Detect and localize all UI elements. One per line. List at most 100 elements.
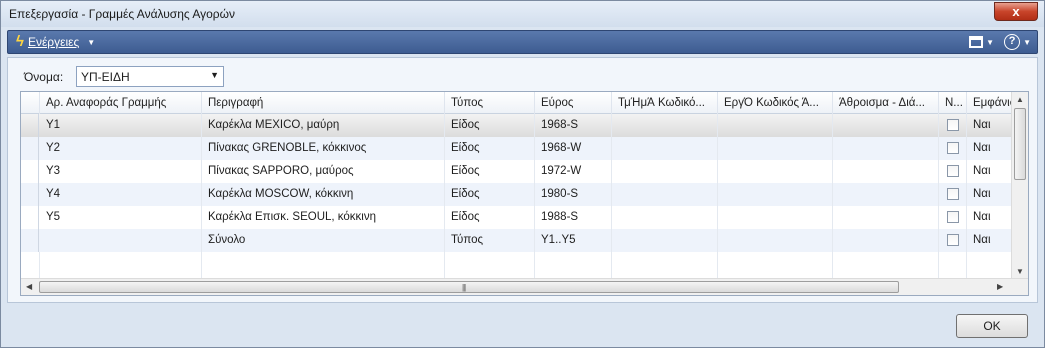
- cell-range[interactable]: Y1..Y5: [535, 229, 612, 252]
- table-row[interactable]: Y1 Καρέκλα MEXICO, μαύρη Είδος 1968-S Ναι: [21, 114, 1012, 137]
- scroll-left-icon[interactable]: ◀: [26, 282, 32, 291]
- cell-range[interactable]: 1988-S: [535, 206, 612, 229]
- cell-proj[interactable]: [718, 114, 833, 137]
- row-selector[interactable]: [21, 160, 39, 183]
- cell-n[interactable]: [939, 206, 967, 229]
- vertical-scroll-thumb[interactable]: [1014, 108, 1026, 180]
- cell-desc[interactable]: Καρέκλα MOSCOW, κόκκινη: [202, 183, 445, 206]
- cell-proj[interactable]: [718, 206, 833, 229]
- checkbox[interactable]: [947, 234, 959, 246]
- row-selector[interactable]: [21, 229, 39, 252]
- cell-show[interactable]: Ναι: [967, 114, 1012, 137]
- scroll-down-icon[interactable]: ▼: [1016, 267, 1024, 276]
- window-layout-button[interactable]: ▼: [969, 36, 994, 48]
- ok-button[interactable]: OK: [956, 314, 1028, 338]
- cell-dept[interactable]: [612, 183, 718, 206]
- col-header-show[interactable]: Εμφάνιση: [967, 92, 1012, 114]
- cell-show[interactable]: Ναι: [967, 160, 1012, 183]
- cell-proj[interactable]: [718, 183, 833, 206]
- col-header-range[interactable]: Εύρος: [535, 92, 612, 114]
- cell-proj[interactable]: [718, 229, 833, 252]
- checkbox[interactable]: [947, 188, 959, 200]
- scroll-up-icon[interactable]: ▲: [1016, 95, 1024, 104]
- cell-n[interactable]: [939, 229, 967, 252]
- cell-type[interactable]: Είδος: [445, 114, 535, 137]
- cell-show[interactable]: Ναι: [967, 183, 1012, 206]
- cell-sum[interactable]: [833, 229, 939, 252]
- col-header-n[interactable]: Ν...: [939, 92, 967, 114]
- checkbox[interactable]: [947, 165, 959, 177]
- col-header-dept[interactable]: ΤμΉμΆ Κωδικό...: [612, 92, 718, 114]
- grip-icon: |||: [462, 283, 466, 292]
- table-row[interactable]: Y4 Καρέκλα MOSCOW, κόκκινη Είδος 1980-S Ναι: [21, 183, 1012, 206]
- cell-range[interactable]: 1980-S: [535, 183, 612, 206]
- cell-range[interactable]: 1972-W: [535, 160, 612, 183]
- cell-ref[interactable]: Y2: [40, 137, 202, 160]
- table-row[interactable]: Y3 Πίνακας SAPPORO, μαύρος Είδος 1972-W Ναι: [21, 160, 1012, 183]
- cell-desc[interactable]: Πίνακας SAPPORO, μαύρος: [202, 160, 445, 183]
- cell-dept[interactable]: [612, 206, 718, 229]
- col-header-project[interactable]: ΕργΌ Κωδικός Ά...: [718, 92, 833, 114]
- horizontal-scrollbar[interactable]: ◀ ||| ▶: [21, 278, 1028, 295]
- table-row[interactable]: Y5 Καρέκλα Επισκ. SEOUL, κόκκινη Είδος 1988…: [21, 206, 1012, 229]
- chevron-down-icon[interactable]: ▼: [210, 70, 219, 80]
- cell-desc[interactable]: Σύνολο: [202, 229, 445, 252]
- cell-type[interactable]: Είδος: [445, 137, 535, 160]
- close-button[interactable]: x: [994, 2, 1038, 21]
- cell-range[interactable]: 1968-W: [535, 137, 612, 160]
- cell-type[interactable]: Είδος: [445, 183, 535, 206]
- col-header-desc[interactable]: Περιγραφή: [202, 92, 445, 114]
- vertical-scrollbar[interactable]: ▲ ▼: [1011, 92, 1028, 279]
- cell-dept[interactable]: [612, 137, 718, 160]
- cell-sum[interactable]: [833, 137, 939, 160]
- content-panel: Όνομα: ΥΠ-ΕΙΔΗ ▼ Αρ. Αναφοράς Γραμμής Πε…: [7, 57, 1038, 303]
- row-selector[interactable]: [21, 137, 39, 160]
- cell-desc[interactable]: Πίνακας GRENOBLE, κόκκινος: [202, 137, 445, 160]
- cell-show[interactable]: Ναι: [967, 137, 1012, 160]
- cell-desc[interactable]: Καρέκλα Επισκ. SEOUL, κόκκινη: [202, 206, 445, 229]
- col-header-type[interactable]: Τύπος: [445, 92, 535, 114]
- cell-desc[interactable]: Καρέκλα MEXICO, μαύρη: [202, 114, 445, 137]
- col-header-sum[interactable]: Άθροισμα - Διά...: [833, 92, 939, 114]
- row-selector[interactable]: [21, 114, 39, 137]
- cell-sum[interactable]: [833, 160, 939, 183]
- cell-ref[interactable]: Y5: [40, 206, 202, 229]
- cell-n[interactable]: [939, 160, 967, 183]
- grid-header: Αρ. Αναφοράς Γραμμής Περιγραφή Τύπος Εύρ…: [21, 92, 1012, 114]
- cell-sum[interactable]: [833, 114, 939, 137]
- table-row[interactable]: Y2 Πίνακας GRENOBLE, κόκκινος Είδος 1968-W Ν…: [21, 137, 1012, 160]
- cell-n[interactable]: [939, 114, 967, 137]
- actions-menu[interactable]: ϟ Ενέργειες ▼: [16, 34, 95, 50]
- cell-show[interactable]: Ναι: [967, 229, 1012, 252]
- cell-type[interactable]: Είδος: [445, 160, 535, 183]
- row-selector[interactable]: [21, 183, 39, 206]
- cell-n[interactable]: [939, 137, 967, 160]
- cell-dept[interactable]: [612, 229, 718, 252]
- scroll-right-icon[interactable]: ▶: [997, 282, 1003, 291]
- cell-range[interactable]: 1968-S: [535, 114, 612, 137]
- help-button[interactable]: ? ▼: [1004, 34, 1031, 50]
- col-header-ref[interactable]: Αρ. Αναφοράς Γραμμής: [40, 92, 202, 114]
- cell-ref[interactable]: [40, 229, 202, 252]
- checkbox[interactable]: [947, 119, 959, 131]
- name-combo[interactable]: ΥΠ-ΕΙΔΗ ▼: [76, 66, 224, 87]
- cell-dept[interactable]: [612, 160, 718, 183]
- table-row[interactable]: Σύνολο Τύπος Y1..Y5 Ναι: [21, 229, 1012, 252]
- cell-type[interactable]: Είδος: [445, 206, 535, 229]
- cell-sum[interactable]: [833, 183, 939, 206]
- cell-n[interactable]: [939, 183, 967, 206]
- row-selector[interactable]: [21, 206, 39, 229]
- cell-proj[interactable]: [718, 160, 833, 183]
- cell-ref[interactable]: Y3: [40, 160, 202, 183]
- window-title: Επεξεργασία - Γραμμές Ανάλυσης Αγορών: [9, 7, 235, 21]
- cell-ref[interactable]: Y1: [40, 114, 202, 137]
- checkbox[interactable]: [947, 211, 959, 223]
- cell-show[interactable]: Ναι: [967, 206, 1012, 229]
- cell-sum[interactable]: [833, 206, 939, 229]
- horizontal-scroll-thumb[interactable]: |||: [39, 281, 899, 293]
- checkbox[interactable]: [947, 142, 959, 154]
- cell-ref[interactable]: Y4: [40, 183, 202, 206]
- cell-dept[interactable]: [612, 114, 718, 137]
- cell-proj[interactable]: [718, 137, 833, 160]
- cell-type[interactable]: Τύπος: [445, 229, 535, 252]
